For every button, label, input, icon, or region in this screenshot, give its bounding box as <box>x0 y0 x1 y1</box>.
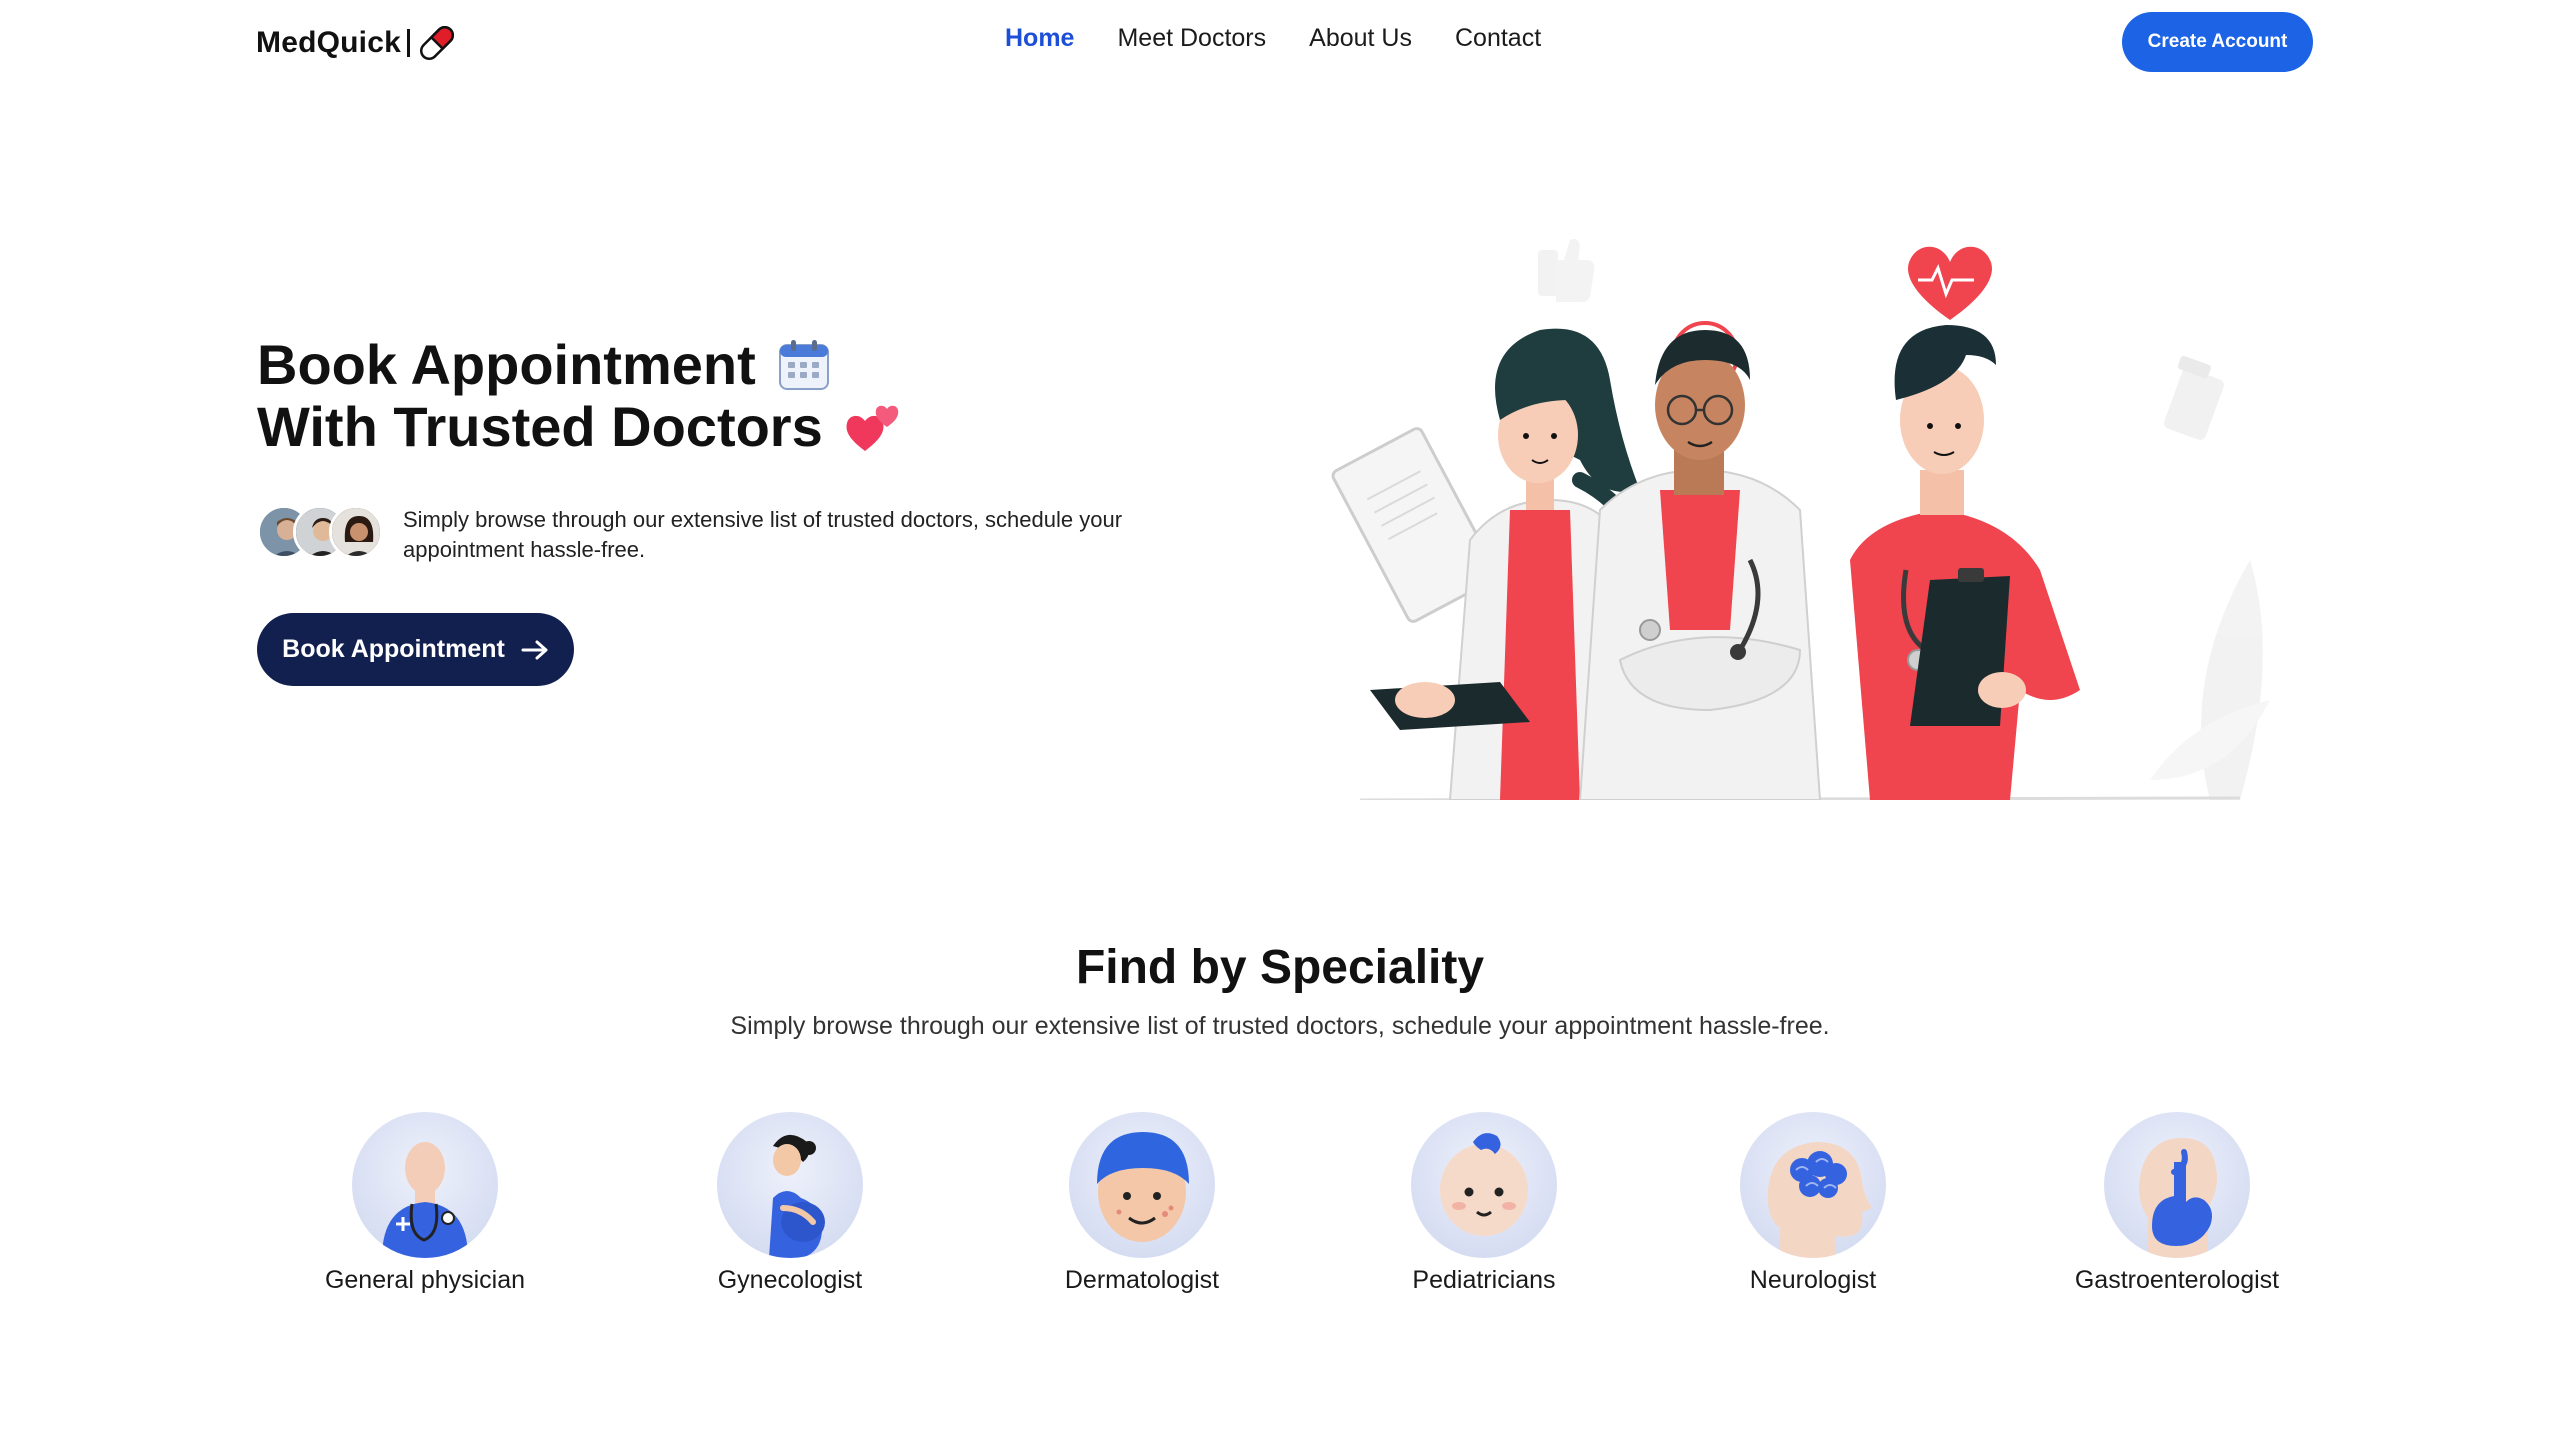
general-physician-icon <box>352 1112 498 1258</box>
speciality-dermatologist[interactable]: Dermatologist <box>992 1112 1292 1295</box>
speciality-label: Gastroenterologist <box>2074 1266 2280 1294</box>
hero-title-line2-text: With Trusted Doctors <box>257 395 823 458</box>
thumbs-up-icon <box>1538 238 1595 302</box>
speciality-label: Dermatologist <box>1064 1266 1220 1294</box>
book-appointment-button[interactable]: Book Appointment <box>257 613 574 686</box>
gynecologist-icon <box>717 1112 863 1258</box>
hero-title-line1: Book Appointment <box>257 334 903 396</box>
nav-meet-doctors-link[interactable]: Meet Doctors <box>1117 24 1266 53</box>
speciality-section-title: Find by Speciality <box>1075 941 1485 994</box>
speciality-label: General physician <box>324 1266 526 1294</box>
pediatrician-icon <box>1411 1112 1557 1258</box>
male-nurse <box>1850 325 2080 800</box>
heart-pulse-icon <box>1908 246 1992 320</box>
speciality-general-physician[interactable]: General physician <box>275 1112 575 1295</box>
logo-divider <box>406 29 410 57</box>
speciality-section-subtitle: Simply browse through our extensive list… <box>730 1012 1830 1040</box>
hero-description: Simply browse through our extensive list… <box>403 507 1123 562</box>
speciality-label: Neurologist <box>1749 1266 1877 1294</box>
hero-title: Book Appointment With Trusted Doctors <box>257 334 903 458</box>
hero-description-row: Simply browse through our extensive list… <box>257 505 1193 565</box>
navbar: MedQuick Home Meet Doctors About Us Cont… <box>0 0 2560 84</box>
create-account-button[interactable]: Create Account <box>2122 12 2313 72</box>
hero-title-line2: With Trusted Doctors <box>257 396 903 458</box>
speciality-gynecologist[interactable]: Gynecologist <box>640 1112 940 1295</box>
doctors-illustration <box>1331 238 2270 800</box>
logo-text: MedQuick <box>256 26 401 59</box>
speciality-label: Gynecologist <box>717 1266 863 1294</box>
nav-home-link[interactable]: Home <box>1005 24 1074 53</box>
logo[interactable]: MedQuick <box>256 22 458 64</box>
nav-about-us-link[interactable]: About Us <box>1309 24 1412 53</box>
hero-title-line1-text: Book Appointment <box>257 333 756 396</box>
leaf-decoration <box>2150 560 2270 800</box>
calendar-icon <box>778 340 829 390</box>
gastroenterologist-icon <box>2104 1112 2250 1258</box>
two-hearts-icon <box>846 405 898 451</box>
neurologist-icon <box>1740 1112 1886 1258</box>
speciality-neurologist[interactable]: Neurologist <box>1663 1112 1963 1295</box>
doctor-avatars-group <box>257 505 383 561</box>
dermatologist-icon <box>1069 1112 1215 1258</box>
main-nav: Home Meet Doctors About Us Contact <box>1005 24 1541 53</box>
speciality-gastroenterologist[interactable]: Gastroenterologist <box>2027 1112 2327 1295</box>
book-appointment-label: Book Appointment <box>282 635 505 663</box>
pill-bottle <box>2164 355 2224 440</box>
pill-logo-icon <box>419 25 454 61</box>
avatar <box>329 505 383 559</box>
male-doctor <box>1578 330 1822 800</box>
nav-contact-link[interactable]: Contact <box>1455 24 1541 53</box>
arrow-right-icon <box>521 640 548 659</box>
speciality-pediatricians[interactable]: Pediatricians <box>1334 1112 1634 1295</box>
speciality-label: Pediatricians <box>1412 1266 1556 1294</box>
